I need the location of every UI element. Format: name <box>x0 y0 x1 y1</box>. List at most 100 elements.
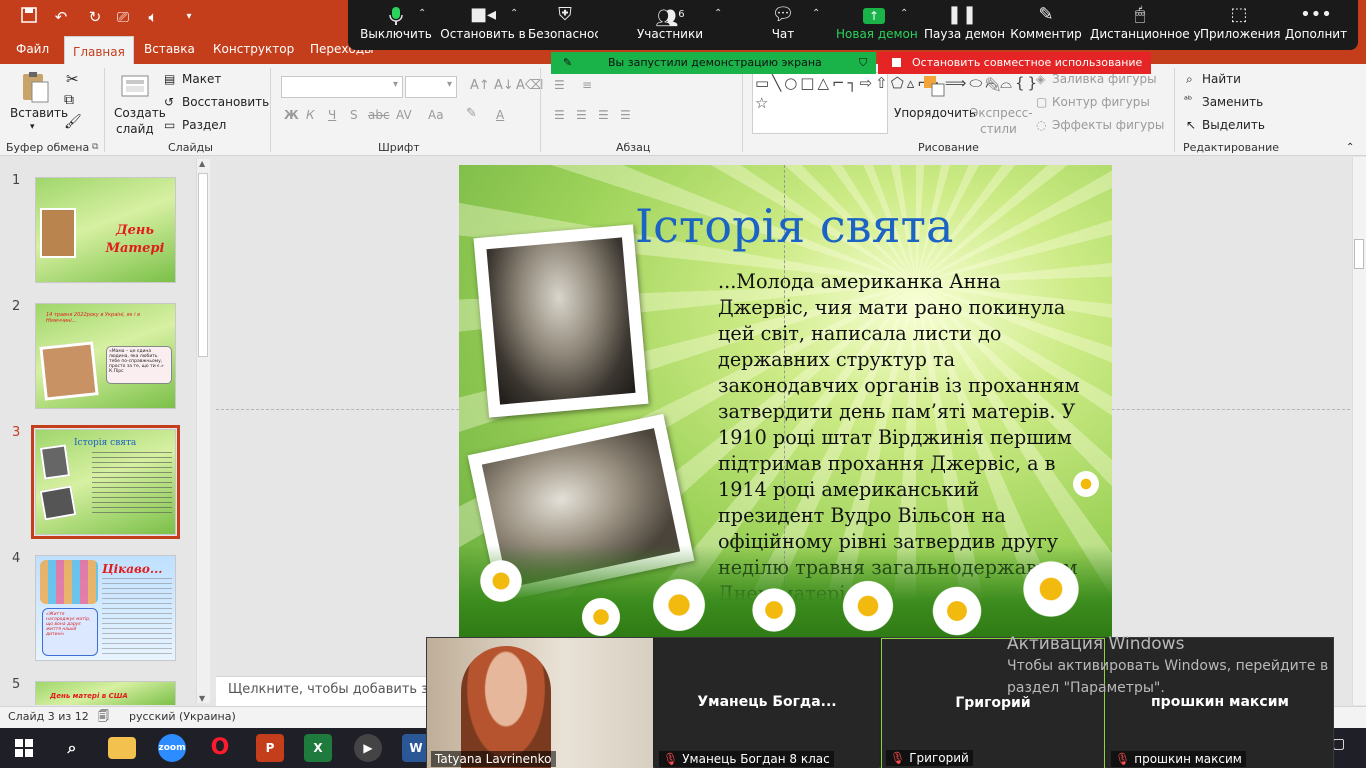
layout-button[interactable]: Макет <box>182 72 221 86</box>
arrange-button[interactable]: Упорядочить <box>894 106 976 120</box>
paste-icon[interactable] <box>18 70 52 103</box>
cut-icon[interactable]: ✂ <box>66 70 79 88</box>
zoom-app-icon[interactable]: zoom <box>158 734 186 762</box>
spacing-icon[interactable]: AV <box>396 108 412 122</box>
format-painter-icon[interactable]: 🖌︎ <box>64 114 82 130</box>
annotate-button[interactable]: ✎ Комментир <box>1008 0 1084 50</box>
copy-icon[interactable]: ⧉ <box>64 92 74 108</box>
select-button[interactable]: Выделить <box>1202 118 1265 132</box>
align-left-icon[interactable]: ☰ <box>554 108 565 122</box>
replace-button[interactable]: Заменить <box>1202 95 1263 109</box>
section-button[interactable]: Раздел <box>182 118 226 132</box>
slide-title[interactable]: Історія свята <box>635 199 953 253</box>
undo-icon[interactable]: ↶ <box>50 7 72 27</box>
underline-button[interactable]: Ч <box>328 108 336 122</box>
slide-thumbnail-4[interactable]: Цікаво... «Життя нагороджує матір, що во… <box>35 555 176 661</box>
highlight-icon[interactable]: ✎ <box>466 106 477 121</box>
save-icon[interactable] <box>18 7 40 27</box>
new-slide-button[interactable]: Создать <box>114 106 166 120</box>
slide-number: 4 <box>12 551 21 566</box>
shape-outline-button[interactable]: Контур фигуры <box>1052 95 1150 109</box>
find-icon: ⌕ <box>1186 72 1193 86</box>
chevron-down-icon[interactable]: ▾ <box>178 7 200 27</box>
align-right-icon[interactable]: ☰ <box>598 108 609 122</box>
thumbnails-scrollbar[interactable]: ▲ ▼ <box>196 159 210 703</box>
align-center-icon[interactable]: ☰ <box>576 108 587 122</box>
font-name-combo[interactable]: ▾ <box>281 76 403 98</box>
font-size-combo[interactable]: ▾ <box>405 76 457 98</box>
chat-options-icon[interactable]: ⌃ <box>812 8 820 19</box>
more-button[interactable]: ••• Дополнит <box>1284 0 1348 50</box>
reset-button[interactable]: Восстановить <box>182 95 269 109</box>
edit-scrollbar[interactable] <box>1352 157 1366 705</box>
redo-icon[interactable]: ↻ <box>84 7 106 27</box>
shrink-font-icon[interactable]: A↓ <box>494 78 514 93</box>
strikethrough-button[interactable]: abc <box>368 108 390 122</box>
participants-options-icon[interactable]: ⌃ <box>714 8 722 19</box>
video-options-icon[interactable]: ⌃ <box>510 8 518 19</box>
pin-icon[interactable]: ✎ <box>563 52 572 74</box>
file-explorer-icon[interactable] <box>108 737 136 759</box>
tab-insert[interactable]: Вставка <box>144 34 195 64</box>
numbering-icon[interactable]: ≡ <box>582 78 592 92</box>
new-slide-button-line2[interactable]: слайд <box>116 122 154 136</box>
excel-icon[interactable]: X <box>304 734 332 762</box>
chat-button[interactable]: 💬︎ Чат <box>758 0 808 50</box>
thumb-photo <box>39 485 77 521</box>
share-options-icon[interactable]: ⌃ <box>900 8 908 19</box>
shape-fill-button[interactable]: Заливка фигуры <box>1052 72 1157 86</box>
pause-share-button[interactable]: ❚❚ Пауза демон <box>924 0 1005 50</box>
participants-button[interactable]: 👥︎6 Участники <box>632 0 708 50</box>
grow-font-icon[interactable]: A↑ <box>470 78 490 93</box>
bold-button[interactable]: Ж <box>284 108 299 122</box>
slide-thumbnail-1[interactable]: День Матері <box>35 177 176 283</box>
language-indicator[interactable]: русский (Украина) <box>129 707 236 727</box>
italic-button[interactable]: К <box>306 108 315 122</box>
slide-canvas[interactable]: Історія свята ...Молода американка Анна … <box>459 165 1112 639</box>
bullets-icon[interactable]: ☰ <box>554 78 565 92</box>
remote-control-button[interactable]: 🖱︎ Дистанционное у <box>1090 0 1201 50</box>
shape-effects-button[interactable]: Эффекты фигуры <box>1052 118 1164 132</box>
dialog-launcher-icon[interactable]: ⧉ <box>92 142 98 152</box>
opera-icon[interactable]: O <box>206 734 234 762</box>
mute-options-icon[interactable]: ⌃ <box>418 8 426 19</box>
paste-dropdown-icon[interactable]: ▾ <box>30 122 35 132</box>
media-player-icon[interactable]: ▶ <box>354 734 382 762</box>
change-case-button[interactable]: Aa <box>428 108 444 122</box>
stop-share-button[interactable]: Остановить совместное использование <box>878 52 1151 74</box>
photo-anna-jarvis[interactable] <box>473 224 649 418</box>
video-tile-1[interactable]: Tatyana Lavrinenko <box>427 638 653 768</box>
justify-icon[interactable]: ☰ <box>620 108 631 122</box>
windows-start-icon[interactable] <box>10 734 38 762</box>
proofing-icon[interactable]: 🗐︎ <box>98 707 109 727</box>
scrollbar-thumb[interactable] <box>198 173 208 357</box>
apps-button[interactable]: ⬚ Приложения <box>1200 0 1281 50</box>
powerpoint-icon[interactable]: P <box>256 734 284 762</box>
quick-styles-button-line2[interactable]: стили <box>980 122 1017 136</box>
share-banner[interactable]: ✎ Вы запустили демонстрацию экрана ⛉ <box>551 52 876 74</box>
scroll-down-icon[interactable]: ▼ <box>199 694 205 703</box>
tab-home[interactable]: Главная <box>64 36 134 64</box>
new-slide-icon[interactable] <box>120 72 150 103</box>
notes-pane[interactable]: Щелкните, чтобы добавить за <box>216 676 426 706</box>
shapes-gallery[interactable]: ▭╲○□△⌐┐⇨⇧⬠▵⌐┐⟹⬭⌒⌓{}☆ <box>752 72 1037 134</box>
security-button[interactable]: ⛨ Безопасность <box>528 0 602 50</box>
scroll-up-icon[interactable]: ▲ <box>199 159 205 168</box>
search-icon[interactable]: ⌕ <box>58 734 86 762</box>
find-button[interactable]: Найти <box>1202 72 1241 86</box>
tab-file[interactable]: Файл <box>16 34 49 64</box>
font-color-icon[interactable]: A <box>496 108 504 122</box>
video-tile-2[interactable]: Уманець Богда... 🎙︎ Уманець Богдан 8 клас <box>655 638 879 768</box>
slide-thumbnail-5[interactable]: День матері в США <box>35 681 176 705</box>
paste-button[interactable]: Вставить <box>10 106 68 120</box>
present-icon[interactable]: ⎚ <box>112 7 134 27</box>
quick-styles-icon[interactable]: ✎ <box>984 74 1002 99</box>
collapse-ribbon-icon[interactable]: ⌃ <box>1346 142 1354 153</box>
tab-design[interactable]: Конструктор <box>213 34 294 64</box>
slide-thumbnail-2[interactable]: 14 травня 2022року в Україні, як і в Нім… <box>35 303 176 409</box>
scrollbar-thumb[interactable] <box>1354 239 1364 269</box>
shadow-button[interactable]: S <box>350 108 358 122</box>
speaker-icon[interactable]: 🔈︎ <box>142 7 164 27</box>
quick-styles-button[interactable]: Экспресс- <box>970 106 1033 120</box>
slide-thumbnail-3[interactable]: Історія свята <box>31 425 180 539</box>
